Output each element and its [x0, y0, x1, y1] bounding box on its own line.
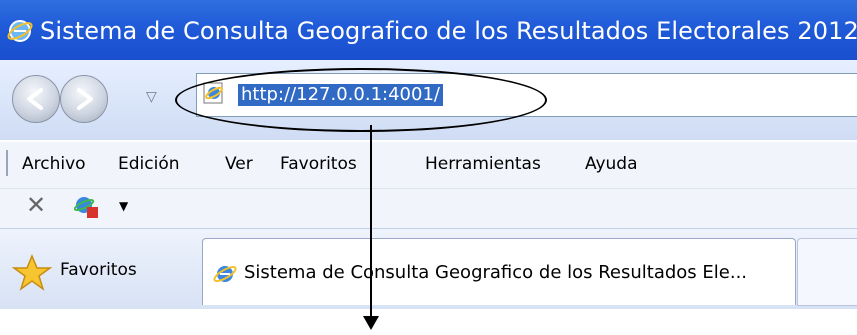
- toolbar-grip-icon: [6, 150, 8, 176]
- ie-logo-icon: [213, 266, 237, 282]
- web-slice-icon[interactable]: [74, 194, 100, 220]
- chevron-down-icon[interactable]: ▼: [119, 199, 128, 213]
- command-toolbar: [0, 188, 857, 229]
- ie-page-icon: [203, 82, 223, 104]
- history-dropdown-icon[interactable]: ▽: [146, 89, 157, 105]
- favorites-button[interactable]: Favoritos: [60, 260, 137, 280]
- menu-ayuda[interactable]: Ayuda: [585, 154, 638, 174]
- stop-icon[interactable]: ✕: [26, 191, 46, 219]
- arrow-right-icon: [77, 88, 93, 110]
- menu-favoritos[interactable]: Favoritos: [280, 154, 357, 174]
- forward-button[interactable]: [60, 75, 108, 123]
- menu-edicion[interactable]: Edición: [118, 154, 180, 174]
- arrow-left-icon: [27, 88, 43, 110]
- address-url[interactable]: http://127.0.0.1:4001/: [238, 84, 443, 106]
- tab-label[interactable]: Sistema de Consulta Geografico de los Re…: [244, 262, 747, 283]
- annotation-arrow-line: [370, 125, 372, 318]
- menu-ver[interactable]: Ver: [225, 154, 253, 174]
- back-button[interactable]: [12, 75, 60, 123]
- window-title: Sistema de Consulta Geografico de los Re…: [40, 17, 857, 45]
- ie-logo-icon: [7, 20, 33, 42]
- menu-herramientas[interactable]: Herramientas: [425, 154, 541, 174]
- star-icon[interactable]: [12, 253, 52, 293]
- menu-archivo[interactable]: Archivo: [22, 154, 86, 174]
- new-tab-button[interactable]: [797, 238, 857, 306]
- annotation-arrow-head: [363, 316, 379, 330]
